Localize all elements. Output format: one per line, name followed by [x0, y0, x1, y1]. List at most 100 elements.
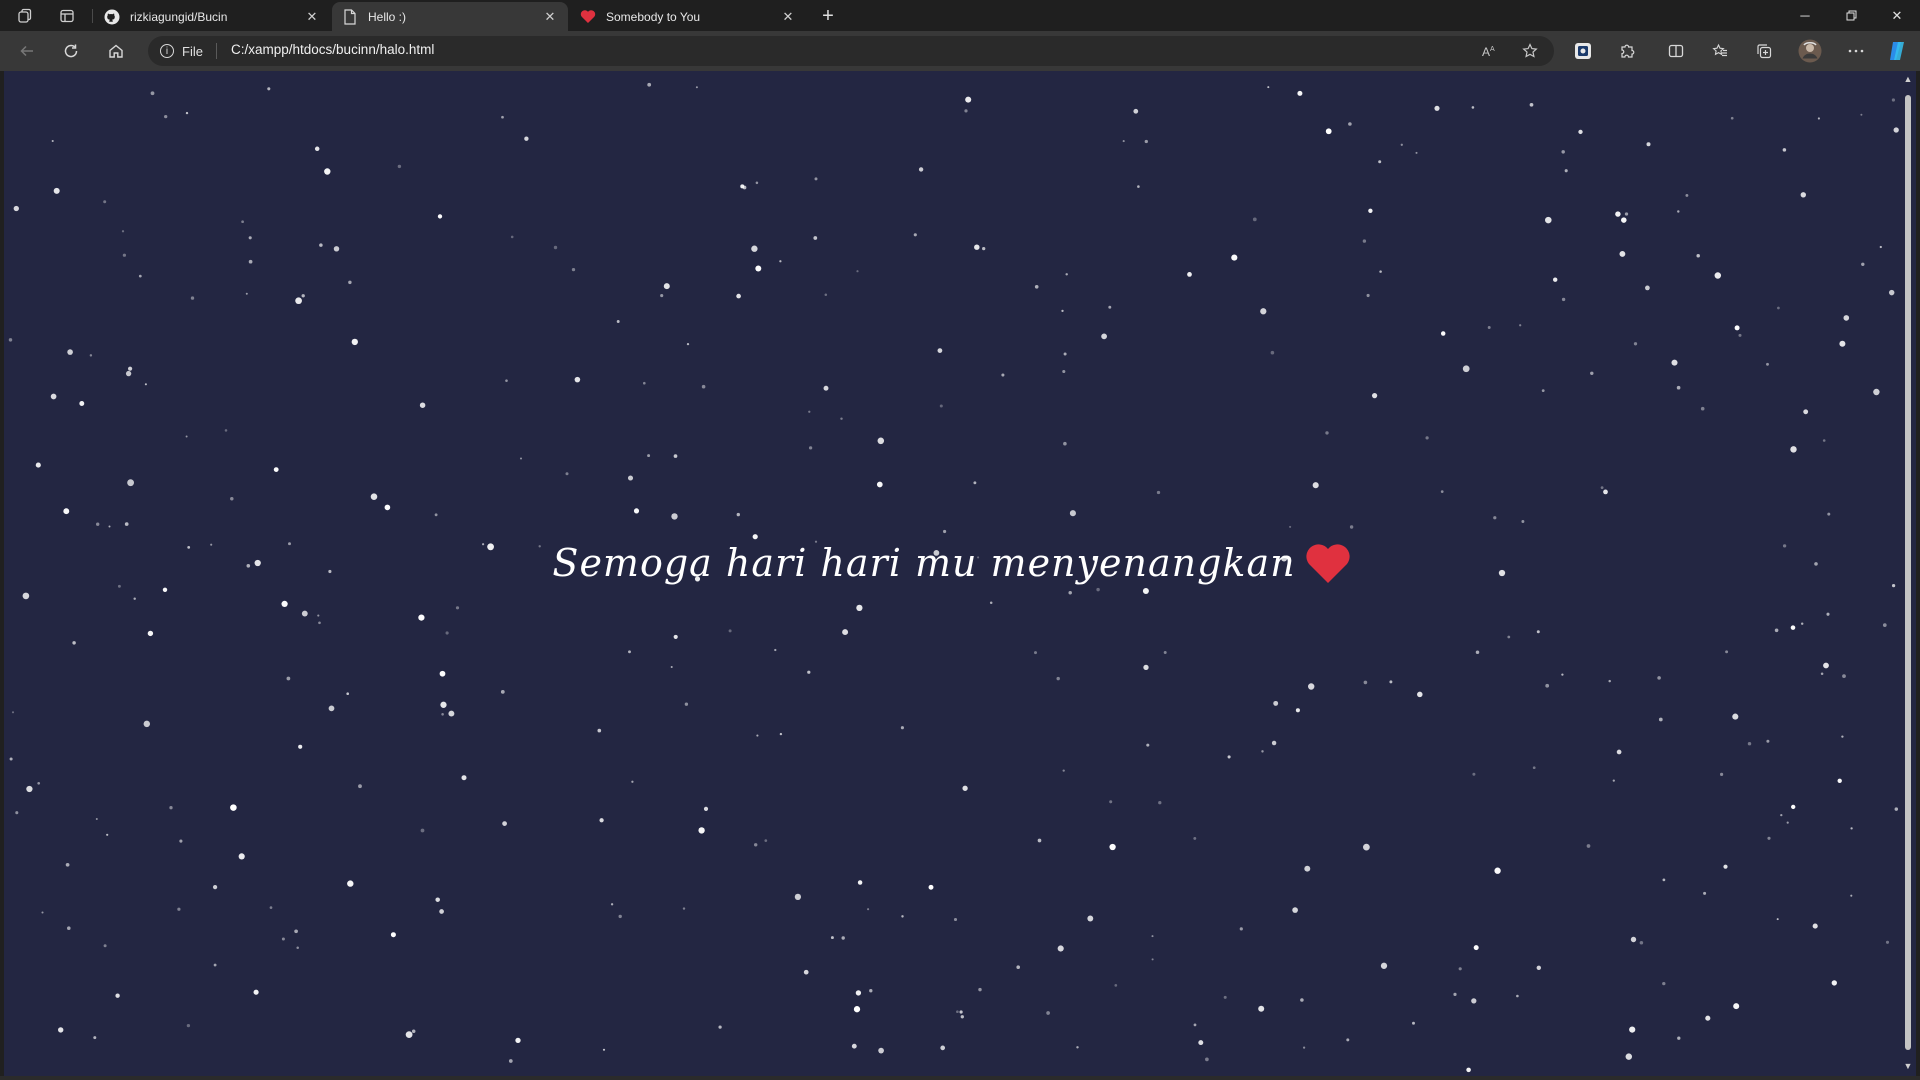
snow-dot: [1536, 630, 1540, 634]
favorite-star-icon[interactable]: [1518, 40, 1542, 62]
snow-dot: [1289, 525, 1292, 528]
snow-dot: [1363, 680, 1368, 685]
close-icon[interactable]: ✕: [304, 9, 320, 25]
snow-dot: [1001, 373, 1005, 377]
snow-dot: [22, 592, 30, 600]
snow-dot: [671, 513, 678, 520]
url-text[interactable]: C:/xampp/htdocs/bucinn/halo.html: [231, 42, 434, 57]
snow-dot: [1258, 1005, 1265, 1012]
snow-dot: [751, 245, 758, 252]
profile-avatar[interactable]: [1795, 37, 1825, 65]
split-screen-icon[interactable]: [1661, 37, 1691, 65]
snow-dot: [1776, 918, 1779, 921]
scroll-up-arrow[interactable]: ▲: [1903, 74, 1913, 84]
snow-dot: [1260, 308, 1267, 315]
address-bar[interactable]: i File C:/xampp/htdocs/bucinn/halo.html …: [148, 36, 1554, 66]
snow-dot: [1473, 945, 1479, 951]
minimize-button[interactable]: ─: [1782, 0, 1828, 31]
snow-dot: [1639, 940, 1644, 945]
read-aloud-icon[interactable]: AA: [1478, 40, 1502, 62]
snow-dot: [1586, 844, 1591, 848]
tab-title: rizkiagungid/Bucin: [130, 9, 228, 24]
collections-icon[interactable]: [1749, 37, 1779, 65]
snow-dot: [26, 785, 33, 793]
snow-dot: [1671, 359, 1678, 366]
snow-dot: [301, 294, 305, 298]
tab-somebody-to-you[interactable]: Somebody to You ✕: [570, 2, 806, 31]
extension-icon[interactable]: [1568, 37, 1598, 65]
snow-dot: [1046, 1011, 1050, 1015]
scroll-thumb[interactable]: [1905, 95, 1911, 1050]
snow-dot: [1193, 836, 1197, 840]
scroll-down-arrow[interactable]: ▼: [1903, 1061, 1913, 1071]
snow-dot: [1440, 490, 1444, 493]
snow-dot: [224, 429, 228, 432]
snow-dot: [1891, 98, 1895, 102]
snow-dot: [435, 897, 440, 902]
snow-dot: [602, 1048, 606, 1051]
extensions-puzzle-icon[interactable]: [1612, 37, 1642, 65]
snow-dot: [1541, 389, 1545, 392]
snow-dot: [35, 462, 41, 468]
snow-dot: [346, 692, 350, 696]
favorites-icon[interactable]: [1705, 37, 1735, 65]
snow-dot: [1425, 436, 1429, 440]
snow-dot: [179, 839, 183, 843]
snow-dot: [855, 990, 862, 996]
snow-dot: [164, 114, 168, 119]
snow-dot: [248, 259, 253, 264]
snow-dot: [230, 496, 234, 501]
heart-icon: [580, 9, 596, 25]
tab-actions-icon[interactable]: [55, 4, 79, 28]
snow-dot: [147, 630, 154, 637]
snow-dot: [756, 734, 759, 737]
new-tab-button[interactable]: +: [815, 3, 841, 29]
snow-dot: [1621, 217, 1627, 223]
back-button[interactable]: [12, 37, 42, 65]
snow-dot: [1063, 441, 1067, 446]
refresh-button[interactable]: [56, 37, 86, 65]
snow-dot: [1662, 878, 1666, 882]
snow-dot: [51, 139, 54, 143]
snow-dot: [752, 534, 758, 540]
snow-dot: [1144, 139, 1148, 144]
copilot-icon[interactable]: [1882, 37, 1912, 65]
tab-github[interactable]: rizkiagungid/Bucin ✕: [94, 2, 330, 31]
snow-dot: [1187, 272, 1192, 277]
snow-dot: [1325, 431, 1329, 435]
close-icon[interactable]: ✕: [780, 9, 796, 25]
snow-dot: [115, 993, 120, 998]
snow-dot: [1590, 371, 1594, 376]
snow-dot: [437, 214, 443, 219]
snow-dot: [1133, 108, 1139, 114]
home-button[interactable]: [101, 37, 131, 65]
vertical-scrollbar[interactable]: ▲ ▼: [1900, 71, 1916, 1076]
site-info-button[interactable]: i File: [160, 42, 203, 60]
tab-hello[interactable]: Hello :) ✕: [332, 2, 568, 31]
snow-dot: [117, 584, 121, 588]
snow-dot: [877, 437, 885, 445]
close-icon[interactable]: ✕: [542, 9, 558, 25]
more-options-icon[interactable]: [1841, 37, 1871, 65]
workspaces-icon[interactable]: [13, 4, 37, 28]
snow-dot: [753, 843, 758, 847]
snow-dot: [1065, 273, 1068, 276]
page-icon: [342, 8, 358, 25]
info-icon: i: [160, 44, 174, 58]
snow-dot: [840, 417, 843, 420]
close-window-button[interactable]: ✕: [1874, 0, 1920, 31]
snow-dot: [728, 629, 732, 633]
snow-dot: [50, 393, 57, 400]
restore-button[interactable]: [1828, 0, 1874, 31]
snow-dot: [597, 728, 602, 733]
snow-dot: [1270, 350, 1275, 355]
snow-dot: [384, 504, 391, 511]
snow-dot: [755, 265, 762, 272]
snow-dot: [939, 404, 943, 408]
snow-dot: [1831, 980, 1837, 986]
snow-dot: [978, 987, 982, 992]
snow-dot: [95, 817, 98, 821]
snow-dot: [1205, 1057, 1209, 1062]
snow-dot: [1303, 1046, 1306, 1049]
snow-dot: [1800, 622, 1804, 625]
